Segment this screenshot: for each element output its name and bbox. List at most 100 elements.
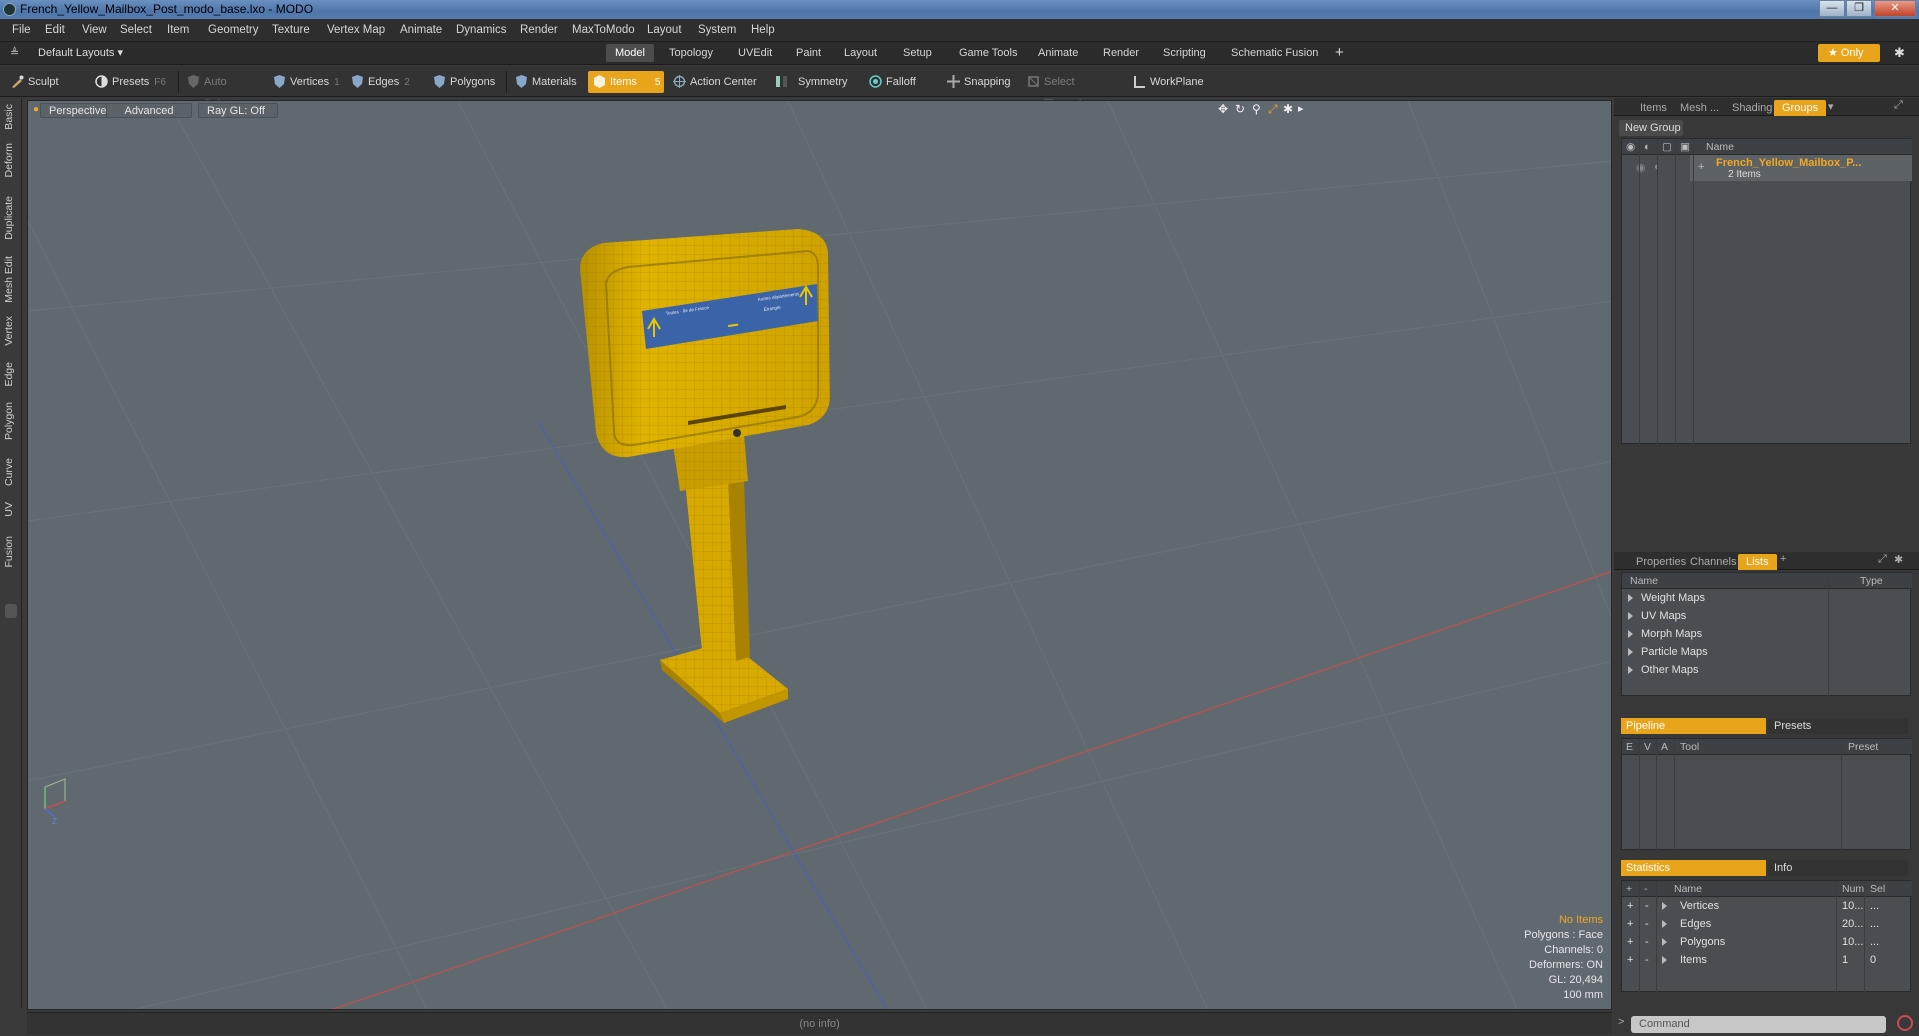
maximize-button[interactable]: ❐ <box>1846 0 1872 17</box>
menu-select[interactable]: Select <box>120 24 152 36</box>
viewport-settings-icon[interactable]: ✱ <box>1283 102 1293 116</box>
zoom-view-icon[interactable]: ⚲ <box>1252 102 1261 116</box>
presets-tab[interactable]: Presets <box>1768 718 1908 734</box>
add-selection-icon[interactable]: + <box>1627 951 1633 969</box>
left-tab-fusion[interactable]: Fusion <box>3 536 19 568</box>
add-panel-tab-button[interactable]: + <box>1780 553 1786 565</box>
presets-button[interactable]: Presets F6 <box>90 71 172 93</box>
shading-advanced-dropdown[interactable]: Advanced <box>106 103 192 118</box>
remove-selection-icon[interactable]: - <box>1645 951 1649 969</box>
tab-groups[interactable]: Groups <box>1774 100 1827 116</box>
menu-vertex-map[interactable]: Vertex Map <box>327 24 385 36</box>
pipeline-tab[interactable]: Pipeline <box>1621 718 1766 734</box>
tab-paint[interactable]: Paint <box>787 44 830 62</box>
left-tab-curve[interactable]: Curve <box>3 458 19 486</box>
left-tab-toggle[interactable] <box>5 604 17 618</box>
menu-layout[interactable]: Layout <box>647 24 682 36</box>
close-button[interactable]: ✕ <box>1874 0 1916 17</box>
add-selection-icon[interactable]: + <box>1627 933 1633 951</box>
tab-lists[interactable]: Lists <box>1738 554 1777 570</box>
menu-render[interactable]: Render <box>520 24 558 36</box>
tab-uvedit[interactable]: UVEdit <box>729 44 781 62</box>
tab-scripting[interactable]: Scripting <box>1154 44 1215 62</box>
menu-help[interactable]: Help <box>751 24 775 36</box>
tab-layout[interactable]: Layout <box>835 44 886 62</box>
rotate-view-icon[interactable]: ↻ <box>1235 102 1245 116</box>
remove-selection-icon[interactable]: - <box>1645 915 1649 933</box>
left-tab-polygon[interactable]: Polygon <box>3 402 19 440</box>
statistics-tab[interactable]: Statistics <box>1621 860 1766 876</box>
menu-file[interactable]: File <box>12 24 31 36</box>
tab-shading[interactable]: Shading <box>1724 100 1780 116</box>
snapping-button[interactable]: Snapping <box>942 71 1030 93</box>
panel-settings-icon[interactable]: ✱ <box>1894 553 1903 566</box>
left-tab-vertex[interactable]: Vertex <box>3 316 19 346</box>
menu-item[interactable]: Item <box>167 24 189 36</box>
tab-render[interactable]: Render <box>1094 44 1148 62</box>
minimize-button[interactable]: — <box>1819 0 1845 17</box>
only-toggle[interactable]: ★ Only <box>1818 44 1880 62</box>
stats-row-vertices[interactable]: + - Vertices 10... ... <box>1622 897 1912 915</box>
stats-row-polygons[interactable]: + - Polygons 10... ... <box>1622 933 1912 951</box>
add-selection-icon[interactable]: + <box>1627 897 1633 915</box>
raygl-toggle[interactable]: Ray GL: Off <box>198 103 278 118</box>
row-visibility-toggle[interactable]: ◉ <box>1636 161 1646 174</box>
workplane-button[interactable]: WorkPlane <box>1128 71 1212 93</box>
vertices-button[interactable]: Vertices 1 <box>268 71 344 93</box>
tab-topology[interactable]: Topology <box>660 44 722 62</box>
gear-icon[interactable]: ✱ <box>1894 45 1905 61</box>
tab-schematic-fusion[interactable]: Schematic Fusion <box>1222 44 1327 62</box>
auto-select-button[interactable]: Auto Select <box>182 71 266 110</box>
left-tab-uv[interactable]: UV <box>3 502 19 517</box>
panel-dropdown-icon[interactable]: ▾ <box>1828 100 1834 113</box>
list-item-particle-maps[interactable]: Particle Maps <box>1628 643 1708 661</box>
menu-view[interactable]: View <box>82 24 107 36</box>
tab-channels[interactable]: Channels <box>1682 554 1744 570</box>
list-item-other-maps[interactable]: Other Maps <box>1628 661 1698 679</box>
stats-row-edges[interactable]: + - Edges 20... ... <box>1622 915 1912 933</box>
menu-texture[interactable]: Texture <box>272 24 310 36</box>
panel-expand-icon[interactable]: ⤢ <box>1878 553 1887 566</box>
add-selection-icon[interactable]: + <box>1627 915 1633 933</box>
materials-button[interactable]: Materials <box>510 71 586 93</box>
command-input[interactable]: Command <box>1631 1016 1886 1033</box>
menu-geometry[interactable]: Geometry <box>208 24 259 36</box>
menu-maxtomodo[interactable]: MaxToModo <box>572 24 635 36</box>
default-layouts-dropdown[interactable]: Default Layouts ▾ <box>38 46 123 59</box>
edges-button[interactable]: Edges 2 <box>346 71 426 93</box>
expand-group-icon[interactable]: + <box>1698 161 1704 173</box>
mailbox-model[interactable]: Toutes · Île de France Autres départemen… <box>580 229 830 723</box>
polygons-button[interactable]: Polygons <box>428 71 500 93</box>
items-button[interactable]: Items 5 <box>588 71 664 93</box>
move-view-icon[interactable]: ✥ <box>1218 102 1228 116</box>
menu-system[interactable]: System <box>698 24 736 36</box>
info-tab[interactable]: Info <box>1768 860 1908 876</box>
action-center-button[interactable]: Action Center <box>668 71 766 93</box>
tab-game-tools[interactable]: Game Tools <box>950 44 1027 62</box>
left-tab-deform[interactable]: Deform <box>3 143 19 177</box>
viewport-arrow-icon[interactable]: ▸ <box>1298 102 1304 115</box>
tab-mesh[interactable]: Mesh ... <box>1672 100 1727 116</box>
viewport-menu-dot[interactable]: ● <box>33 104 39 115</box>
layout-menu-icon[interactable]: ≜ <box>10 46 19 59</box>
menu-animate[interactable]: Animate <box>400 24 442 36</box>
tab-setup[interactable]: Setup <box>894 44 941 62</box>
list-item-morph-maps[interactable]: Morph Maps <box>1628 625 1702 643</box>
new-group-button[interactable]: New Group <box>1619 120 1683 136</box>
stats-row-items[interactable]: + - Items 1 0 <box>1622 951 1912 969</box>
group-row[interactable]: French_Yellow_Mailbox_P... 2 Items <box>1690 155 1912 181</box>
add-tab-button[interactable]: + <box>1335 44 1344 61</box>
left-tab-basic[interactable]: Basic <box>3 104 19 130</box>
tab-model[interactable]: Model <box>606 44 654 62</box>
tab-animate[interactable]: Animate <box>1029 44 1087 62</box>
record-command-icon[interactable] <box>1897 1015 1913 1031</box>
left-tab-mesh-edit[interactable]: Mesh Edit <box>3 256 19 303</box>
symmetry-button[interactable]: Symmetry <box>770 71 854 93</box>
panel-expand-icon[interactable]: ⤢ <box>1894 99 1903 112</box>
left-tab-duplicate[interactable]: Duplicate <box>3 196 19 240</box>
falloff-button[interactable]: Falloff <box>864 71 940 93</box>
3d-viewport[interactable]: Toutes · Île de France Autres départemen… <box>27 100 1612 1010</box>
menu-dynamics[interactable]: Dynamics <box>456 24 506 36</box>
sculpt-button[interactable]: Sculpt <box>6 71 88 93</box>
remove-selection-icon[interactable]: - <box>1645 933 1649 951</box>
